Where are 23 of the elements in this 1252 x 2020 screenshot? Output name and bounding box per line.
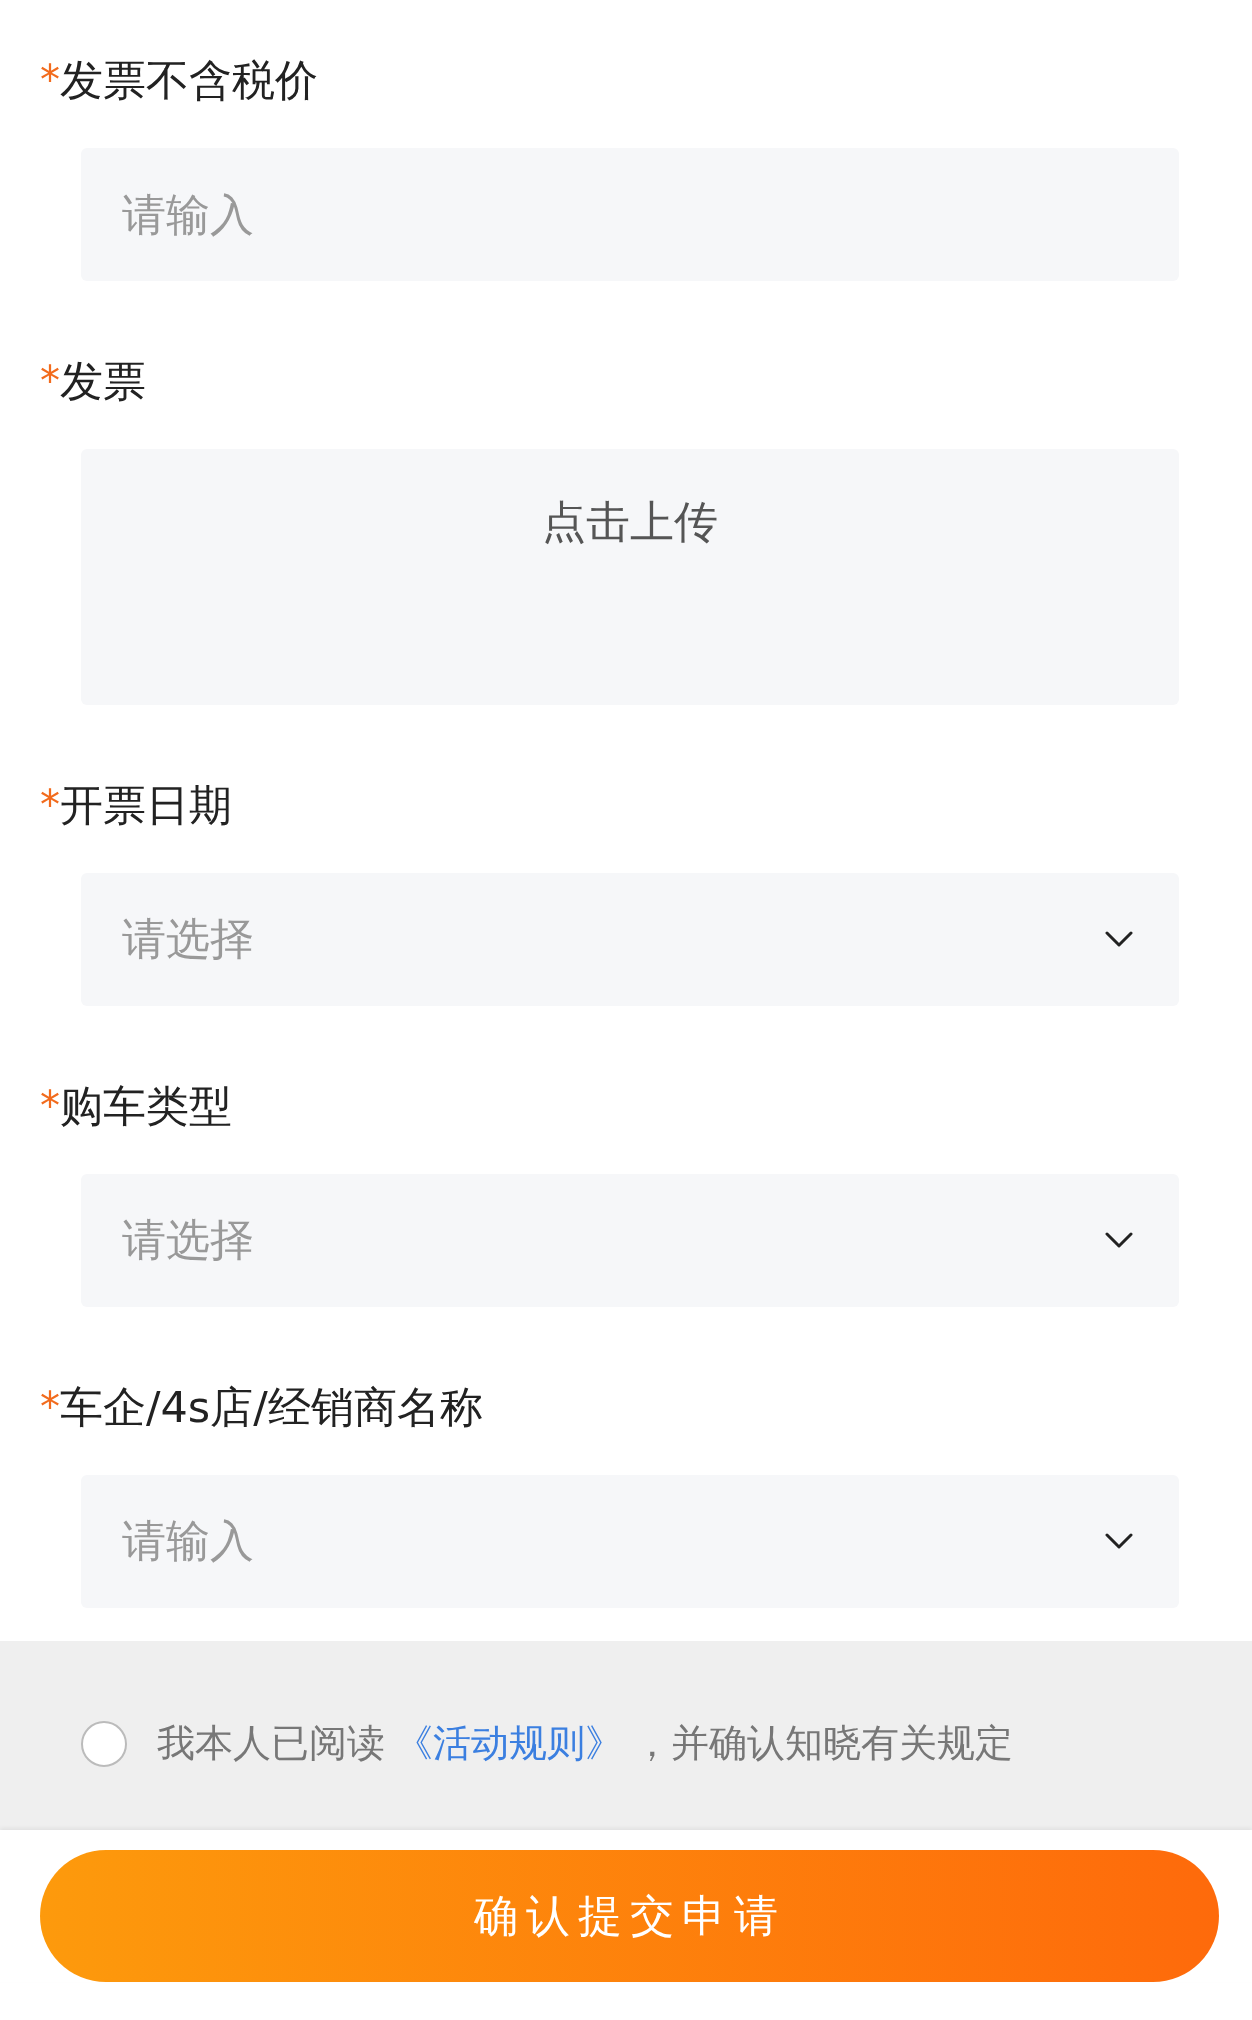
submit-button[interactable]: 确认提交申请 [40, 1850, 1219, 1982]
required-mark: * [40, 781, 60, 830]
field-label: 发票 [60, 355, 146, 408]
input-field[interactable]: 请输入 [81, 148, 1179, 281]
required-mark: * [40, 1383, 60, 1432]
select-field[interactable]: 请选择 [81, 1174, 1179, 1307]
select-field[interactable]: 请选择 [81, 873, 1179, 1006]
rules-link[interactable]: 《活动规则》 [395, 1721, 623, 1765]
select-field[interactable]: 请输入 [81, 1475, 1179, 1608]
field-label: 开票日期 [60, 779, 232, 832]
upload-area[interactable]: 点击上传 [81, 449, 1179, 705]
agreement-text: 我本人已阅读 《活动规则》 ，并确认知晓有关规定 [157, 1720, 1013, 1767]
required-mark: * [40, 1082, 60, 1131]
required-mark: * [40, 56, 60, 105]
chevron-down-icon [1105, 930, 1133, 949]
agreement-checkbox[interactable] [81, 1720, 127, 1767]
required-mark: * [40, 357, 60, 406]
field-label: 购车类型 [60, 1080, 232, 1133]
upload-label: 点击上传 [542, 495, 718, 549]
field-label: 发票不含税价 [60, 54, 318, 107]
chevron-down-icon [1105, 1532, 1133, 1551]
field-label: 车企/4s店/经销商名称 [60, 1381, 483, 1434]
chevron-down-icon [1105, 1231, 1133, 1250]
